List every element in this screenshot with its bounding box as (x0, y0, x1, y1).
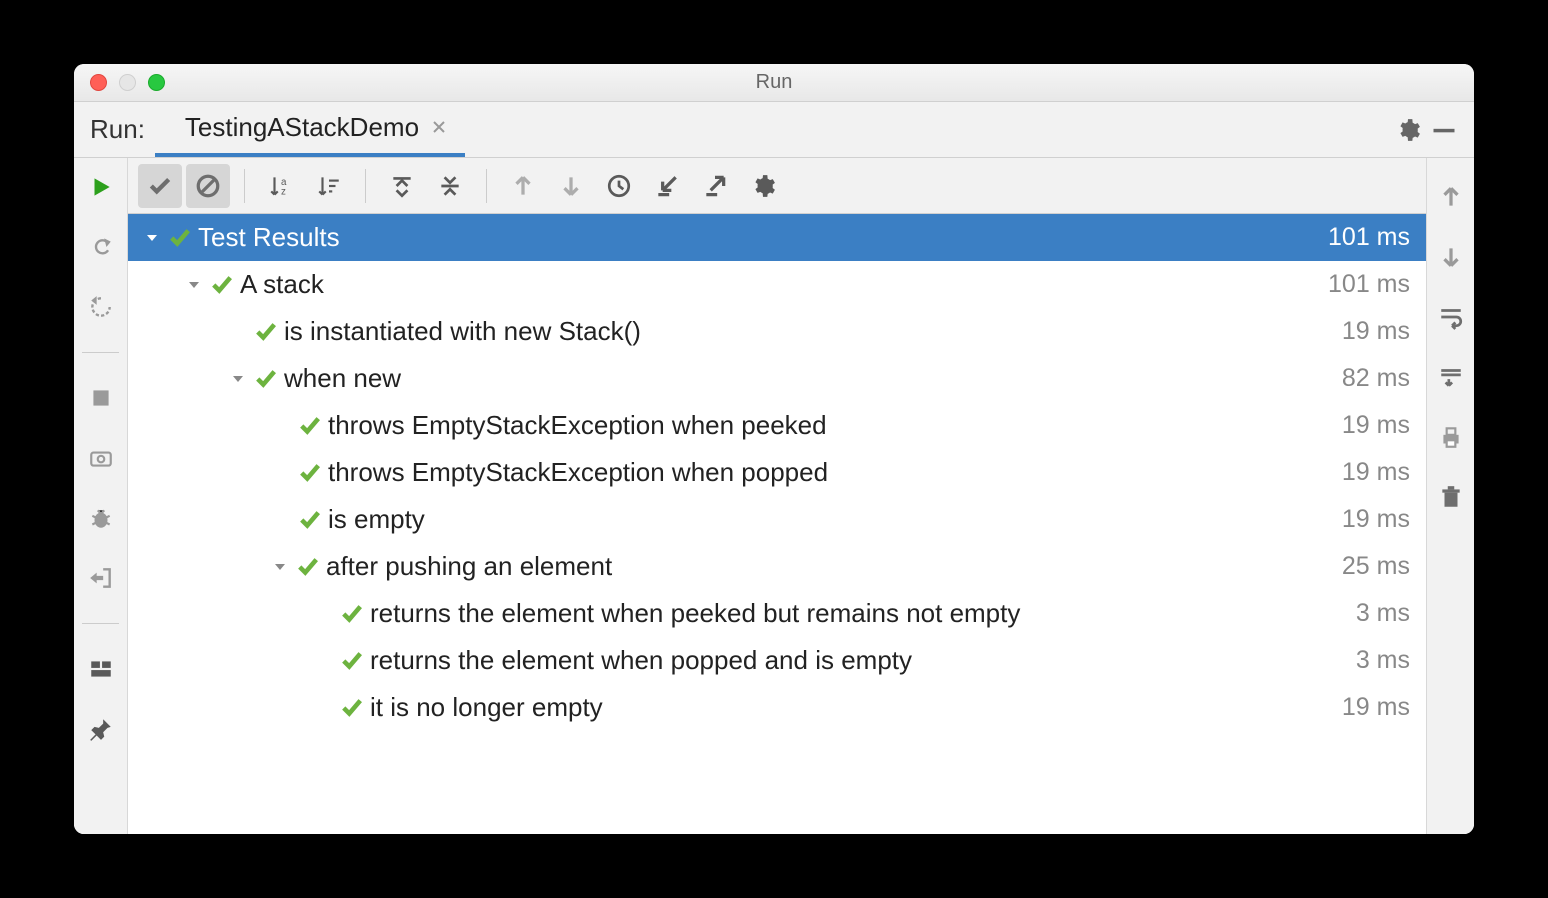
tree-row[interactable]: is empty 19 ms (128, 496, 1426, 543)
pass-icon (338, 697, 366, 719)
pass-icon (338, 603, 366, 625)
node-label: when new (280, 363, 1342, 394)
scroll-to-end-button[interactable] (1432, 358, 1470, 396)
clear-all-button[interactable] (1432, 478, 1470, 516)
tree-row[interactable]: returns the element when peeked but rema… (128, 590, 1426, 637)
minimize-window-button[interactable] (119, 74, 136, 91)
tree-row[interactable]: it is no longer empty 19 ms (128, 684, 1426, 731)
pass-icon (166, 227, 194, 249)
pass-icon (296, 509, 324, 531)
tool-header: Run: TestingAStackDemo (74, 102, 1474, 158)
debug-button[interactable] (82, 499, 120, 537)
tree-row[interactable]: A stack 101 ms (128, 261, 1426, 308)
expand-all-button[interactable] (380, 164, 424, 208)
run-config-tab[interactable]: TestingAStackDemo (155, 102, 465, 157)
pass-icon (294, 556, 322, 578)
node-time: 3 ms (1356, 599, 1410, 628)
node-time: 19 ms (1342, 505, 1410, 534)
window-title: Run (74, 71, 1474, 94)
node-time: 19 ms (1342, 317, 1410, 346)
print-button[interactable] (1432, 418, 1470, 456)
node-time: 101 ms (1328, 270, 1410, 299)
node-label: is empty (324, 504, 1342, 535)
zoom-window-button[interactable] (148, 74, 165, 91)
scroll-up-button[interactable] (1432, 178, 1470, 216)
pass-icon (208, 274, 236, 296)
node-time: 19 ms (1342, 693, 1410, 722)
next-failed-button[interactable] (549, 164, 593, 208)
tree-row[interactable]: returns the element when popped and is e… (128, 637, 1426, 684)
node-label: Test Results (194, 222, 1328, 253)
export-button[interactable] (693, 164, 737, 208)
chevron-down-icon[interactable] (138, 230, 166, 246)
node-label: throws EmptyStackException when peeked (324, 410, 1342, 441)
node-time: 82 ms (1342, 364, 1410, 393)
pass-icon (252, 321, 280, 343)
pass-icon (252, 368, 280, 390)
node-time: 3 ms (1356, 646, 1410, 675)
hide-tool-icon[interactable] (1426, 112, 1462, 148)
rerun-button[interactable] (82, 168, 120, 206)
stop-button[interactable] (82, 379, 120, 417)
tab-label: TestingAStackDemo (185, 112, 419, 143)
show-passed-button[interactable] (138, 164, 182, 208)
prev-failed-button[interactable] (501, 164, 545, 208)
pin-button[interactable] (82, 710, 120, 748)
tool-settings-icon[interactable] (1390, 112, 1426, 148)
node-label: returns the element when popped and is e… (366, 645, 1356, 676)
pass-icon (338, 650, 366, 672)
toggle-auto-test-button[interactable] (82, 228, 120, 266)
node-label: is instantiated with new Stack() (280, 316, 1342, 347)
tree-row[interactable]: throws EmptyStackException when popped 1… (128, 449, 1426, 496)
test-toolbar: az (128, 158, 1426, 214)
traffic-lights (74, 74, 165, 91)
sort-duration-button[interactable] (307, 164, 351, 208)
test-tree[interactable]: Test Results 101 ms A stack 101 ms is in… (128, 214, 1426, 834)
tree-row[interactable]: is instantiated with new Stack() 19 ms (128, 308, 1426, 355)
close-window-button[interactable] (90, 74, 107, 91)
test-settings-button[interactable] (741, 164, 785, 208)
exit-button[interactable] (82, 559, 120, 597)
right-toolbar (1426, 158, 1474, 834)
titlebar: Run (74, 64, 1474, 102)
node-label: throws EmptyStackException when popped (324, 457, 1342, 488)
svg-text:z: z (281, 186, 286, 197)
scroll-down-button[interactable] (1432, 238, 1470, 276)
collapse-all-button[interactable] (428, 164, 472, 208)
chevron-down-icon[interactable] (224, 371, 252, 387)
rerun-failed-button[interactable] (82, 288, 120, 326)
show-ignored-button[interactable] (186, 164, 230, 208)
node-time: 19 ms (1342, 411, 1410, 440)
node-label: after pushing an element (322, 551, 1342, 582)
node-time: 19 ms (1342, 458, 1410, 487)
soft-wrap-button[interactable] (1432, 298, 1470, 336)
tool-label: Run: (86, 114, 155, 145)
node-label: it is no longer empty (366, 692, 1342, 723)
pass-icon (296, 462, 324, 484)
run-tool-window: Run Run: TestingAStackDemo (74, 64, 1474, 834)
tree-row[interactable]: after pushing an element 25 ms (128, 543, 1426, 590)
tree-root-row[interactable]: Test Results 101 ms (128, 214, 1426, 261)
tree-row[interactable]: throws EmptyStackException when peeked 1… (128, 402, 1426, 449)
node-label: A stack (236, 269, 1328, 300)
dump-threads-button[interactable] (82, 439, 120, 477)
chevron-down-icon[interactable] (266, 559, 294, 575)
pass-icon (296, 415, 324, 437)
node-time: 25 ms (1342, 552, 1410, 581)
node-label: returns the element when peeked but rema… (366, 598, 1356, 629)
sort-alpha-button[interactable]: az (259, 164, 303, 208)
layout-button[interactable] (82, 650, 120, 688)
node-time: 101 ms (1328, 223, 1410, 252)
test-history-button[interactable] (597, 164, 641, 208)
tree-row[interactable]: when new 82 ms (128, 355, 1426, 402)
import-button[interactable] (645, 164, 689, 208)
left-toolbar (74, 158, 128, 834)
close-tab-icon[interactable] (431, 115, 447, 141)
chevron-down-icon[interactable] (180, 277, 208, 293)
